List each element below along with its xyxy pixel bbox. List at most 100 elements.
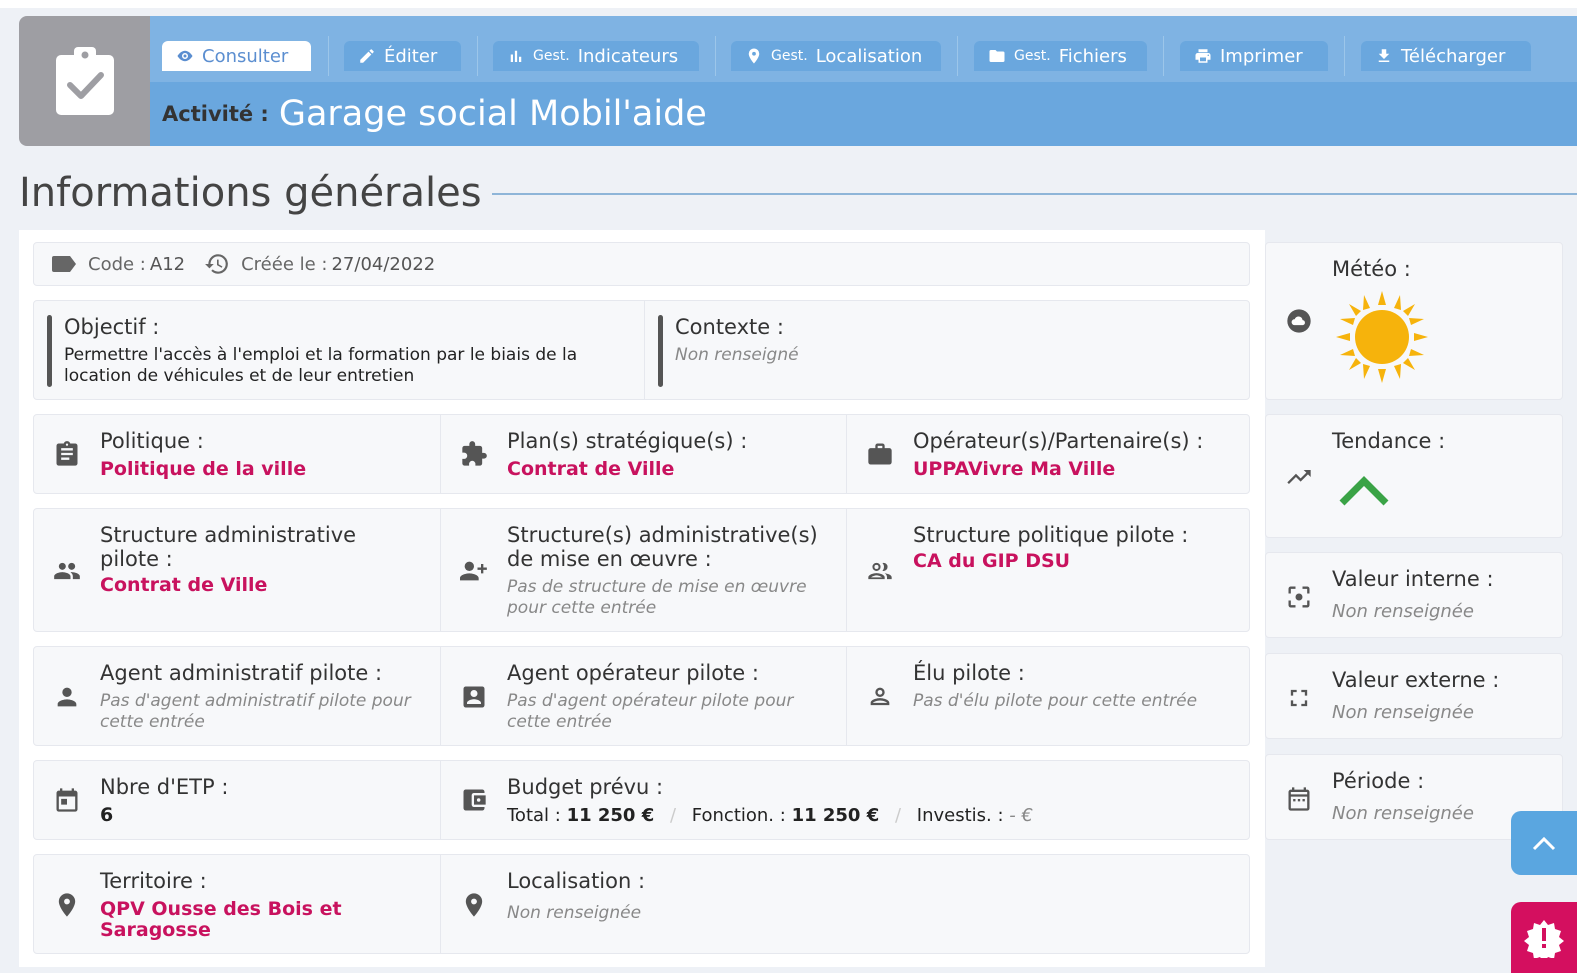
trending-up-icon — [1287, 470, 1311, 484]
plan-value[interactable]: Contrat de Ville — [507, 459, 674, 480]
tab-editer[interactable]: Éditer — [344, 41, 461, 71]
tab-telecharger[interactable]: Télécharger — [1361, 41, 1531, 71]
budget-label: Budget prévu : — [507, 775, 664, 799]
code-bar: Code : A12 Créée le : 27/04/2022 — [33, 242, 1250, 286]
code-label: Code : — [88, 253, 146, 275]
chevron-up-icon — [1532, 836, 1556, 851]
budget-invest-value: - € — [1009, 805, 1033, 826]
tab-divider — [1344, 36, 1345, 76]
tab-consulter[interactable]: Consulter — [162, 41, 311, 71]
tab-imprimer[interactable]: Imprimer — [1180, 41, 1328, 71]
operateur-cell: Opérateur(s)/Partenaire(s) : UPPAVivre M… — [846, 415, 1249, 493]
budget-total-value: 11 250 € — [566, 805, 655, 826]
calendar-month-icon — [1288, 787, 1310, 811]
bar-chart-icon — [510, 50, 522, 62]
agent-op-value: Pas d'agent opérateur pilote pour cette … — [507, 691, 794, 732]
tab-localisation[interactable]: Gest. Localisation — [731, 41, 941, 71]
objectif-contexte-card: Objectif : Permettre l'accès à l'emploi … — [33, 300, 1250, 400]
plan-cell: Plan(s) stratégique(s) : Contrat de Vill… — [440, 415, 846, 493]
row-agents: Agent administratif pilote : Pas d'agent… — [33, 646, 1250, 746]
localisation-label: Localisation : — [507, 869, 646, 893]
territoire-label: Territoire : — [100, 869, 207, 893]
structure-pol-label: Structure politique pilote : — [913, 523, 1189, 547]
person-outline-icon — [870, 687, 890, 706]
tab-label: Télécharger — [1401, 45, 1506, 67]
tendance-label: Tendance : — [1332, 429, 1446, 453]
printer-icon — [1195, 49, 1211, 63]
territoire-cell: Territoire : QPV Ousse des Bois et Sarag… — [34, 855, 440, 953]
header-tab-bar: Consulter Éditer Gest. Indicateurs Gest.… — [150, 16, 1577, 82]
objectif-label: Objectif : — [64, 315, 160, 339]
page-title-label: Activité : — [162, 102, 269, 126]
territoire-value[interactable]: QPV Ousse des Bois et Saragosse — [100, 899, 400, 941]
tab-label: Consulter — [202, 45, 289, 67]
scroll-top-button[interactable] — [1511, 811, 1577, 875]
etp-cell: Nbre d'ETP : 6 — [34, 761, 440, 839]
contact-card-icon — [463, 686, 485, 708]
structure-pol-value[interactable]: CA du GIP DSU — [913, 551, 1070, 572]
structure-mise-cell: Structure(s) administrative(s) de mise e… — [440, 509, 846, 631]
agent-admin-label: Agent administratif pilote : — [100, 661, 383, 685]
localisation-value: Non renseignée — [507, 903, 642, 923]
valeur-interne-value: Non renseignée — [1332, 601, 1474, 622]
structure-admin-value[interactable]: Contrat de Ville — [100, 575, 267, 596]
politique-label: Politique : — [100, 429, 204, 453]
tag-icon — [52, 256, 76, 272]
elu-cell: Élu pilote : Pas d'élu pilote pour cette… — [846, 647, 1249, 745]
budget-separator: / — [894, 805, 902, 826]
people-outline-icon — [868, 562, 892, 580]
briefcase-icon — [868, 443, 892, 465]
operateur-label: Opérateur(s)/Partenaire(s) : — [913, 429, 1204, 453]
page-header: Consulter Éditer Gest. Indicateurs Gest.… — [19, 16, 1577, 146]
clipboard-check-icon — [19, 16, 150, 146]
localisation-cell: Localisation : Non renseignée — [440, 855, 1249, 953]
tab-label: Localisation — [815, 45, 923, 67]
top-strip — [0, 0, 1577, 8]
contexte-label: Contexte : — [675, 315, 784, 339]
sun-icon — [1336, 291, 1428, 383]
structure-mise-label: Structure(s) administrative(s) de mise e… — [507, 523, 818, 571]
alert-gear-icon — [1524, 919, 1564, 958]
tab-prefix: Gest. — [771, 48, 808, 64]
puzzle-icon — [462, 441, 487, 466]
report-issue-button[interactable] — [1511, 902, 1577, 973]
page-title-value: Garage social Mobil'aide — [278, 94, 707, 134]
tab-divider — [715, 36, 716, 76]
tab-label: Indicateurs — [577, 45, 679, 67]
contexte-cell: Contexte : Non renseigné — [644, 301, 1249, 399]
cloud-icon — [1287, 309, 1311, 333]
valeur-interne-label: Valeur interne : — [1332, 567, 1494, 591]
eye-icon — [177, 50, 193, 62]
politique-value[interactable]: Politique de la ville — [100, 459, 306, 480]
section-title: Informations générales — [19, 170, 482, 216]
structure-admin-cell: Structure administrative pilote : Contra… — [34, 509, 440, 631]
page-title: Activité : Garage social Mobil'aide — [150, 82, 1577, 146]
budget-separator: / — [669, 805, 677, 826]
row-structures: Structure administrative pilote : Contra… — [33, 508, 1250, 632]
clipboard-list-icon — [56, 441, 78, 466]
valeur-externe-card: Valeur externe : Non renseignée — [1265, 653, 1563, 739]
map-pin-icon — [58, 893, 76, 917]
person-add-icon — [460, 561, 487, 581]
people-icon — [54, 562, 80, 580]
tab-divider — [477, 36, 478, 76]
objectif-value: Permettre l'accès à l'emploi et la forma… — [64, 345, 578, 386]
budget-total-label: Total : — [507, 805, 561, 826]
meteo-card: Météo : — [1265, 242, 1563, 400]
budget-invest-label: Investis. : — [916, 805, 1004, 826]
tab-prefix: Gest. — [533, 48, 570, 64]
objectif-accent-bar — [47, 315, 52, 387]
tab-label: Éditer — [384, 45, 438, 67]
row-politique: Politique : Politique de la ville Plan(s… — [33, 414, 1250, 494]
tab-fichiers[interactable]: Gest. Fichiers — [974, 41, 1147, 71]
valeur-externe-label: Valeur externe : — [1332, 668, 1500, 692]
row-etp-budget: Nbre d'ETP : 6 Budget prévu : Total : 11… — [33, 760, 1250, 840]
operateur-value[interactable]: UPPAVivre Ma Ville — [913, 459, 1115, 480]
tab-indicateurs[interactable]: Gest. Indicateurs — [493, 41, 699, 71]
tab-divider — [957, 36, 958, 76]
created-value: 27/04/2022 — [331, 253, 436, 275]
periode-value: Non renseignée — [1332, 803, 1474, 824]
tab-prefix: Gest. — [1014, 48, 1051, 64]
wallet-icon — [463, 789, 486, 811]
valeur-externe-value: Non renseignée — [1332, 702, 1474, 723]
